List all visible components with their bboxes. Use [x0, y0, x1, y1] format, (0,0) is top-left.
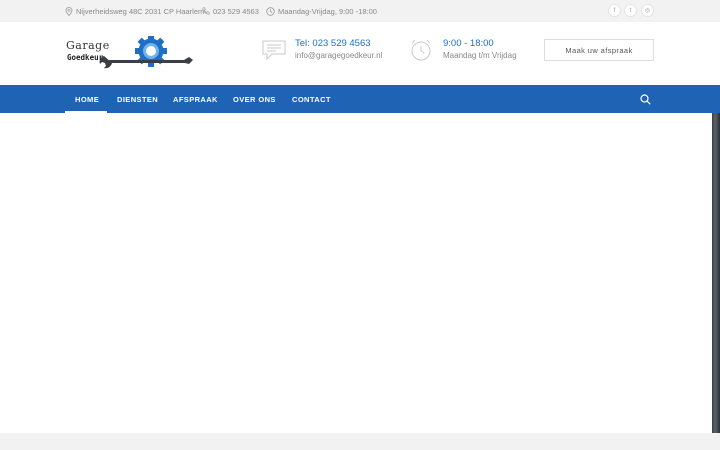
hours-title: 9:00 - 18:00	[443, 38, 494, 49]
phone-icon	[202, 7, 210, 15]
nav-item-afspraak[interactable]: AFSPRAAK	[173, 85, 218, 113]
top-bar: Nijverheidsweg 48C 2031 CP Haarlem 023 5…	[0, 0, 720, 22]
contact-phone[interactable]: Tel: 023 529 4563	[295, 38, 371, 49]
hours-text: Maandag-Vrijdag, 9:00 -18:00	[278, 6, 377, 16]
location-pin-icon	[65, 6, 73, 16]
logo-text-line1: Garage	[66, 39, 110, 52]
nav-item-contact[interactable]: CONTACT	[292, 85, 331, 113]
main-nav: HOME DIENSTEN AFSPRAAK OVER ONS CONTACT	[0, 85, 720, 113]
twitter-icon[interactable]: t	[624, 4, 637, 17]
address-text: Nijverheidsweg 48C 2031 CP Haarlem	[76, 6, 205, 16]
phone-text: 023 529 4563	[213, 6, 259, 16]
nav-item-diensten[interactable]: DIENSTEN	[117, 85, 158, 113]
nav-item-home[interactable]: HOME	[75, 85, 99, 113]
nav-item-over-ons[interactable]: OVER ONS	[233, 85, 276, 113]
bottom-strip	[0, 433, 720, 450]
make-appointment-button[interactable]: Maak uw afspraak	[544, 39, 654, 61]
contact-email[interactable]: info@garagegoedkeur.nl	[295, 51, 382, 60]
search-icon[interactable]	[640, 94, 651, 105]
phone-item[interactable]: 023 529 4563	[202, 0, 259, 22]
chat-bubble-icon	[262, 40, 286, 61]
hero-slider	[0, 113, 712, 433]
address-item: Nijverheidsweg 48C 2031 CP Haarlem	[65, 0, 204, 22]
hours-subtitle: Maandag t/m Vrijdag	[443, 51, 517, 60]
alarm-clock-icon	[411, 39, 431, 61]
clock-icon	[266, 6, 275, 16]
facebook-icon[interactable]: f	[608, 4, 621, 17]
hero-image-edge	[712, 113, 720, 433]
make-appointment-label: Maak uw afspraak	[565, 45, 633, 55]
logo-text-line2: Goedkeur	[67, 53, 104, 62]
hours-item: Maandag-Vrijdag, 9:00 -18:00	[266, 0, 377, 22]
instagram-icon[interactable]: ◎	[641, 4, 654, 17]
site-logo[interactable]: Garage Goedkeur	[66, 36, 196, 72]
